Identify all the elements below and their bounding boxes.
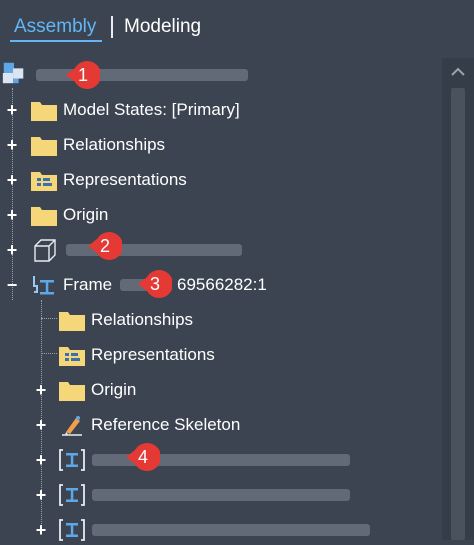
callout-number: 2 <box>99 236 110 256</box>
expand-plus-icon[interactable]: + <box>4 205 20 225</box>
expand-plus-icon[interactable]: + <box>33 485 49 505</box>
collapse-minus-icon[interactable]: − <box>4 275 20 295</box>
tree-item-label: Origin <box>91 380 137 399</box>
tree-item-origin[interactable]: + Origin <box>0 200 430 230</box>
tree-item-frame-member[interactable]: + <box>0 445 430 475</box>
callout-number: 1 <box>77 65 88 85</box>
callout-1: 1 <box>66 58 100 92</box>
tree-item-label: Reference Skeleton <box>91 415 241 434</box>
blurred-member-name <box>92 524 370 536</box>
tree-item-frame-member[interactable]: + <box>0 515 430 545</box>
callout-2: 2 <box>88 229 122 263</box>
part-cube-icon <box>34 239 56 262</box>
assembly-icon <box>2 62 24 84</box>
model-browser-tree: + Model States: [Primary] + Relationship… <box>0 58 442 541</box>
tab-separator <box>111 16 113 38</box>
folder-icon <box>31 102 57 121</box>
representations-folder-icon <box>59 347 85 366</box>
tree-item-model-states[interactable]: + Model States: [Primary] <box>0 95 430 125</box>
tree-item-relationships[interactable]: + Relationships <box>0 130 430 160</box>
tree-item-label: Origin <box>63 205 109 224</box>
tree-item-part[interactable]: + <box>0 235 430 265</box>
expand-plus-icon[interactable]: + <box>4 240 20 260</box>
tree-item-frame-origin[interactable]: + Origin <box>0 375 430 405</box>
tree-item-label: Representations <box>63 170 187 189</box>
callout-4: 4 <box>126 440 160 474</box>
tree-item-label: Frame <box>63 275 113 294</box>
active-tab-underline <box>10 40 102 42</box>
expand-plus-icon[interactable]: + <box>4 100 20 120</box>
expand-plus-icon[interactable]: + <box>33 450 49 470</box>
expand-plus-icon[interactable]: + <box>4 135 20 155</box>
tree-root[interactable] <box>0 60 430 90</box>
tree-item-label: Relationships <box>63 135 166 154</box>
tree-item-reference-skeleton[interactable]: + Reference Skeleton <box>0 410 430 440</box>
frame-member-icon <box>59 484 85 506</box>
tree-item-frame-representations[interactable]: Representations <box>0 340 430 370</box>
scrollbar-thumb[interactable] <box>451 88 465 540</box>
expand-plus-icon[interactable]: + <box>33 415 49 435</box>
tree-item-suffix: 69566282:1 <box>177 275 267 294</box>
reference-skeleton-icon <box>62 416 82 436</box>
expand-plus-icon[interactable]: + <box>33 380 49 400</box>
tab-modeling[interactable]: Modeling <box>124 16 201 38</box>
folder-icon <box>31 207 57 226</box>
callout-3: 3 <box>138 267 172 301</box>
tab-assembly[interactable]: Assembly <box>14 16 96 38</box>
frame-member-icon <box>59 449 85 471</box>
tree-item-representations[interactable]: + Representations <box>0 165 430 195</box>
callout-number: 3 <box>149 274 160 294</box>
expand-plus-icon[interactable]: + <box>33 520 49 540</box>
tree-item-frame[interactable]: − Frame 69566282:1 <box>0 270 430 300</box>
folder-icon <box>59 312 85 331</box>
tree-item-label: Relationships <box>91 310 194 329</box>
tree-item-label: Model States: [Primary] <box>63 100 240 119</box>
vertical-scrollbar[interactable] <box>442 58 474 540</box>
tree-item-frame-member[interactable]: + <box>0 480 430 510</box>
tree-item-label: Representations <box>91 345 215 364</box>
frame-member-icon <box>59 519 85 541</box>
frame-icon <box>33 276 54 295</box>
folder-icon <box>59 382 85 401</box>
callout-number: 4 <box>137 447 148 467</box>
browser-tabs: Assembly Modeling <box>0 0 474 50</box>
folder-icon <box>31 137 57 156</box>
representations-folder-icon <box>31 172 57 191</box>
blurred-member-name <box>92 489 350 501</box>
tree-item-frame-relationships[interactable]: Relationships <box>0 305 430 335</box>
scroll-up-icon[interactable] <box>448 62 468 82</box>
expand-plus-icon[interactable]: + <box>4 170 20 190</box>
